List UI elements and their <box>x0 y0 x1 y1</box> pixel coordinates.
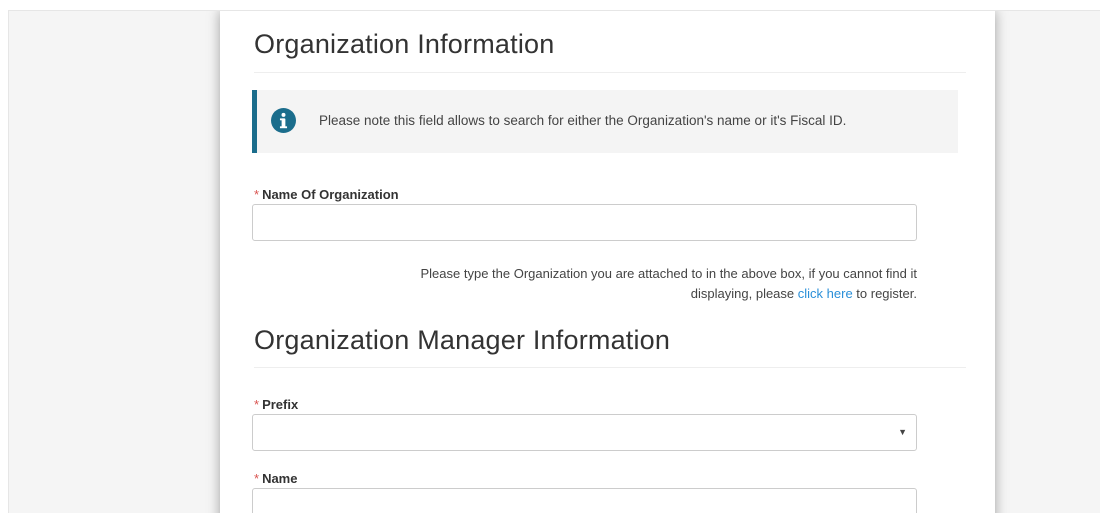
prefix-label: * Prefix <box>254 397 298 412</box>
name-label-text: Name <box>262 471 298 486</box>
required-marker: * <box>254 187 260 202</box>
prefix-label-text: Prefix <box>262 397 299 412</box>
section-divider <box>254 72 966 73</box>
name-of-organization-label-text: Name Of Organization <box>262 187 399 202</box>
info-icon <box>271 108 296 133</box>
section-title-organization-manager-information: Organization Manager Information <box>254 325 671 355</box>
section-title-organization-information: Organization Information <box>254 29 555 59</box>
help-text-line-1: Please type the Organization you are att… <box>420 266 918 281</box>
required-marker: * <box>254 471 260 486</box>
name-label: * Name <box>254 471 297 486</box>
help-text-line-2-suffix: to register. <box>852 286 917 301</box>
required-marker: * <box>254 397 260 412</box>
help-text-line-2-prefix: displaying, please <box>690 286 798 301</box>
organization-help-text: Please type the Organization you are att… <box>320 264 918 304</box>
chevron-down-icon: ▼ <box>898 427 907 437</box>
registration-form-card: Organization Information Please note thi… <box>220 11 995 513</box>
info-note-text: Please note this field allows to search … <box>319 113 847 128</box>
section-divider <box>254 367 966 368</box>
page-viewport: Organization Information Please note thi… <box>8 10 1100 513</box>
prefix-select[interactable]: ▼ <box>252 414 917 451</box>
info-note: Please note this field allows to search … <box>252 90 958 153</box>
manager-name-input[interactable] <box>252 488 917 513</box>
name-of-organization-label: * Name Of Organization <box>254 187 399 202</box>
register-link[interactable]: click here <box>798 286 853 301</box>
organization-name-input[interactable] <box>252 204 917 241</box>
